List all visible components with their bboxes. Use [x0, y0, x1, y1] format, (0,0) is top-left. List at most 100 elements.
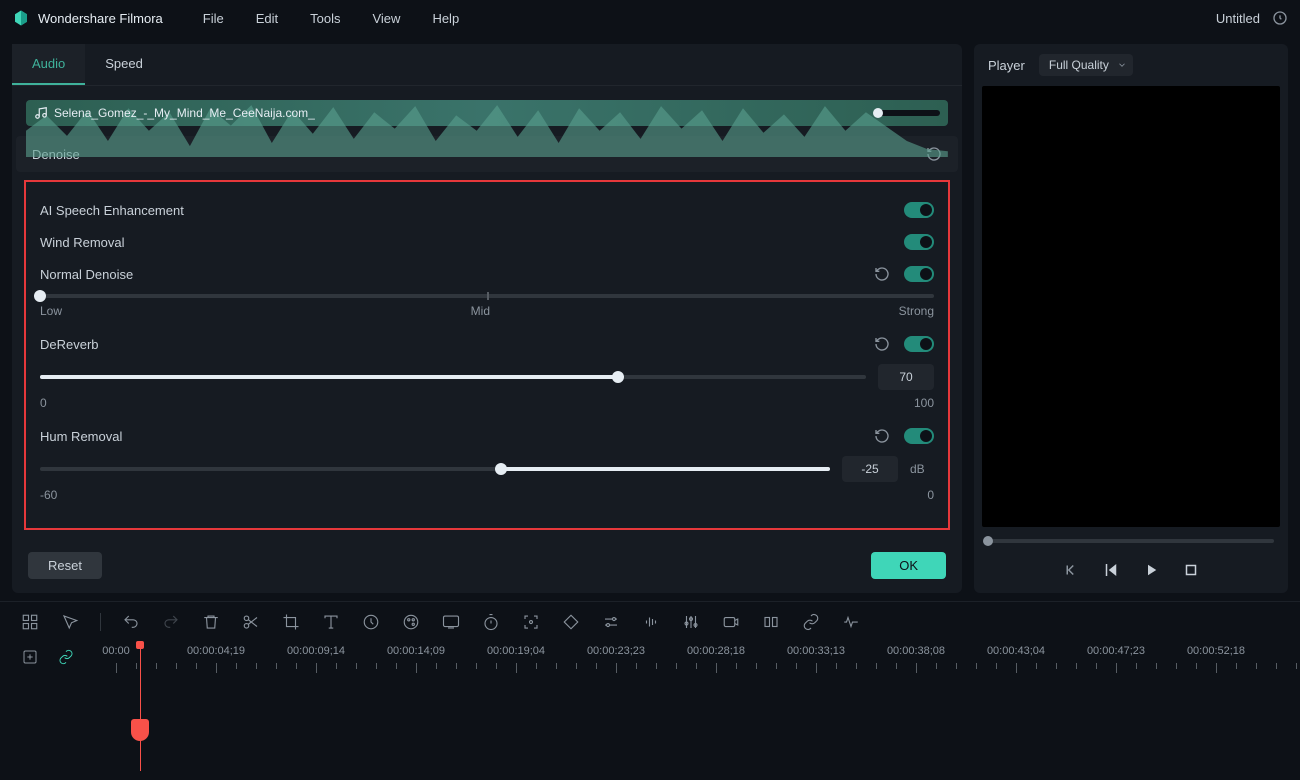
time-label: 00:00:43;04	[987, 645, 1045, 657]
dereverb-handle[interactable]	[612, 371, 624, 383]
menu-file[interactable]: File	[203, 11, 224, 26]
hum-removal-slider-row: -25 dB	[36, 452, 938, 482]
label-mid: Mid	[471, 304, 490, 318]
dereverb-slider-row: 70	[36, 360, 938, 390]
record-icon[interactable]	[721, 612, 741, 632]
wind-removal-toggle[interactable]	[904, 234, 934, 250]
normal-denoise-label: Normal Denoise	[40, 267, 133, 282]
prev-frame-button[interactable]	[1062, 561, 1080, 579]
menu-edit[interactable]: Edit	[256, 11, 278, 26]
reset-button[interactable]: Reset	[28, 552, 102, 579]
toolbar-separator	[100, 613, 101, 631]
dereverb-value[interactable]: 70	[878, 364, 934, 390]
text-icon[interactable]	[321, 612, 341, 632]
hum-removal-reset-icon[interactable]	[874, 428, 890, 444]
sync-icon[interactable]	[1272, 10, 1288, 26]
ai-speech-label: AI Speech Enhancement	[40, 203, 184, 218]
player-panel: Player Full Quality	[974, 44, 1288, 593]
dereverb-max: 100	[914, 396, 934, 410]
normal-denoise-labels: Low Mid Strong	[36, 298, 938, 328]
menu-view[interactable]: View	[372, 11, 400, 26]
waveform-preview[interactable]: Selena_Gomez_-_My_Mind_Me_CeeNaija.com_	[26, 100, 948, 126]
hum-removal-slider[interactable]	[40, 467, 830, 471]
dereverb-toggle[interactable]	[904, 336, 934, 352]
audio-edit-panel: Audio Speed Selena_Gomez_-_My_Mind_Me_Ce…	[12, 44, 962, 593]
screen-icon[interactable]	[441, 612, 461, 632]
timer-icon[interactable]	[481, 612, 501, 632]
audio-icon[interactable]	[641, 612, 661, 632]
adjust-icon[interactable]	[601, 612, 621, 632]
marker-icon[interactable]	[761, 612, 781, 632]
player-label: Player	[988, 58, 1025, 73]
focus-icon[interactable]	[521, 612, 541, 632]
hum-removal-label: Hum Removal	[40, 429, 122, 444]
tab-speed[interactable]: Speed	[85, 44, 163, 85]
beat-icon[interactable]	[841, 612, 861, 632]
timeline[interactable]: 00:00 00:00:04;19 00:00:09;14 00:00:14;09 00…	[0, 641, 1300, 771]
normal-denoise-toggle[interactable]	[904, 266, 934, 282]
redo-icon[interactable]	[161, 612, 181, 632]
split-icon[interactable]	[241, 612, 261, 632]
quality-dropdown[interactable]: Full Quality	[1039, 54, 1133, 76]
track-add-icon[interactable]	[20, 647, 40, 667]
hum-removal-handle[interactable]	[495, 463, 507, 475]
normal-denoise-reset-icon[interactable]	[874, 266, 890, 282]
time-label: 00:00:14;09	[387, 645, 445, 657]
normal-denoise-slider[interactable]	[40, 294, 934, 298]
link-icon[interactable]	[801, 612, 821, 632]
zoom-handle[interactable]	[873, 108, 883, 118]
dereverb-label: DeReverb	[40, 337, 99, 352]
playhead[interactable]	[140, 641, 141, 771]
hum-max: 0	[927, 488, 934, 502]
wind-removal-label: Wind Removal	[40, 235, 125, 250]
menu-tools[interactable]: Tools	[310, 11, 340, 26]
waveform-zoom-slider[interactable]	[876, 110, 940, 116]
clip-filename: Selena_Gomez_-_My_Mind_Me_CeeNaija.com_	[54, 106, 315, 120]
panel-tabs: Audio Speed	[12, 44, 962, 86]
hum-removal-range-labels: -60 0	[36, 482, 938, 512]
scrub-handle[interactable]	[983, 536, 993, 546]
delete-icon[interactable]	[201, 612, 221, 632]
dereverb-min: 0	[40, 396, 47, 410]
undo-icon[interactable]	[121, 612, 141, 632]
play-backward-button[interactable]	[1102, 561, 1120, 579]
dereverb-slider[interactable]	[40, 375, 866, 379]
mixer-icon[interactable]	[681, 612, 701, 632]
hum-removal-unit: dB	[910, 462, 934, 476]
ok-button[interactable]: OK	[871, 552, 946, 579]
layout-icon[interactable]	[20, 612, 40, 632]
player-scrub[interactable]	[988, 539, 1274, 543]
player-controls	[974, 551, 1288, 593]
time-label: 00:00:09;14	[287, 645, 345, 657]
option-normal-denoise: Normal Denoise	[36, 258, 938, 290]
tab-audio[interactable]: Audio	[12, 44, 85, 85]
menu-help[interactable]: Help	[432, 11, 459, 26]
ai-speech-toggle[interactable]	[904, 202, 934, 218]
play-button[interactable]	[1142, 561, 1160, 579]
crop-icon[interactable]	[281, 612, 301, 632]
time-label: 00:00:28;18	[687, 645, 745, 657]
time-ruler[interactable]: 00:0000:00:04;1900:00:09;1400:00:14;0900…	[116, 641, 1300, 681]
music-note-icon	[34, 106, 48, 120]
time-label: 00:00	[102, 645, 130, 657]
cursor-icon[interactable]	[60, 612, 80, 632]
normal-denoise-handle[interactable]	[34, 290, 46, 302]
timeline-toolbar	[0, 601, 1300, 641]
stop-button[interactable]	[1182, 561, 1200, 579]
keyframe-icon[interactable]	[561, 612, 581, 632]
player-viewport[interactable]	[982, 86, 1280, 527]
label-strong: Strong	[899, 304, 934, 318]
dereverb-reset-icon[interactable]	[874, 336, 890, 352]
option-dereverb: DeReverb	[36, 328, 938, 360]
speed-icon[interactable]	[361, 612, 381, 632]
quality-value: Full Quality	[1049, 58, 1109, 72]
label-low: Low	[40, 304, 62, 318]
hum-removal-value[interactable]: -25	[842, 456, 898, 482]
hum-removal-toggle[interactable]	[904, 428, 934, 444]
project-name: Untitled	[1216, 11, 1260, 26]
color-icon[interactable]	[401, 612, 421, 632]
track-link-icon[interactable]	[56, 647, 76, 667]
app-name: Wondershare Filmora	[38, 11, 163, 26]
time-label: 00:00:52;18	[1187, 645, 1245, 657]
time-label: 00:00:04;19	[187, 645, 245, 657]
